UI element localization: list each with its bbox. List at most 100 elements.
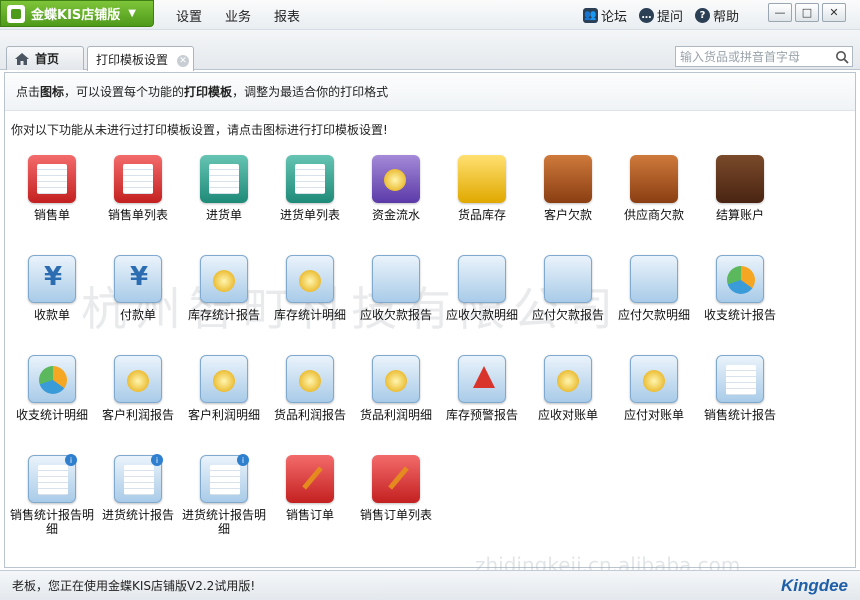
function-item-label: 销售单 (33, 208, 70, 222)
goods-profit-detail-icon[interactable] (372, 355, 420, 403)
function-item[interactable]: i 进货统计报告 (95, 454, 181, 547)
purchase-report-icon[interactable]: i (114, 454, 163, 503)
help-label: 帮助 (713, 9, 740, 25)
purchase-order-list-icon[interactable] (286, 155, 334, 203)
sales-orders-icon[interactable] (286, 455, 334, 503)
receipt-icon[interactable] (28, 255, 77, 303)
forum-label: 论坛 (601, 9, 628, 25)
function-item[interactable]: 应付对账单 (611, 355, 697, 447)
sales-order-icon[interactable] (28, 155, 76, 203)
receivable-report-icon[interactable] (372, 255, 420, 303)
function-item[interactable]: i 进货统计报告明细 (181, 454, 267, 547)
info-middle: ，可以设置每个功能的 (64, 85, 185, 99)
sales-order-list-icon[interactable] (114, 155, 162, 203)
purchase-order-icon[interactable] (200, 155, 248, 203)
status-bar: 老板，您正在使用金蝶KIS店铺版V2.2试用版! Kingdee (0, 570, 860, 600)
function-item-label: 收支统计明细 (15, 408, 88, 422)
customer-profit-detail-icon[interactable] (200, 355, 248, 403)
app-title: 金蝶KIS店铺版 (31, 8, 121, 23)
help-icon: ? (695, 7, 711, 23)
function-item[interactable]: 库存统计明细 (267, 255, 353, 347)
payment-icon[interactable] (114, 255, 163, 303)
app-menu-button[interactable]: 金蝶KIS店铺版 ▼ (0, 0, 154, 27)
function-item[interactable]: 收支统计明细 (9, 355, 95, 447)
receivable-statement-icon[interactable] (544, 355, 592, 403)
stock-warning-icon[interactable] (458, 355, 506, 403)
function-item[interactable]: 销售订单 (267, 455, 353, 547)
menu-settings[interactable]: 设置 (176, 6, 202, 25)
maximize-button[interactable]: □ (795, 3, 819, 22)
payable-detail-icon[interactable] (630, 255, 678, 303)
function-item[interactable]: 结算账户 (697, 155, 783, 247)
info-bold-icon: 图标 (40, 85, 65, 99)
function-item[interactable]: 供应商欠款 (611, 155, 697, 247)
function-item[interactable]: 进货单列表 (267, 155, 353, 247)
income-report-icon[interactable] (716, 255, 764, 303)
function-item-label: 客户欠款 (543, 208, 592, 222)
tab-home[interactable]: 首页 (6, 46, 84, 70)
function-item[interactable]: 应收欠款报告 (353, 255, 439, 347)
customer-profit-report-icon[interactable] (114, 355, 162, 403)
function-item-label: 应付欠款报告 (531, 308, 604, 322)
function-item[interactable]: 销售订单列表 (353, 455, 439, 547)
supplier-debt-icon[interactable] (630, 155, 678, 203)
search-icon[interactable] (835, 50, 849, 64)
function-item[interactable]: 客户欠款 (525, 155, 611, 247)
purchase-report-detail-icon[interactable]: i (200, 454, 249, 503)
function-item[interactable]: 库存预警报告 (439, 355, 525, 447)
function-item[interactable]: 应收欠款明细 (439, 255, 525, 347)
function-item[interactable]: 进货单 (181, 155, 267, 247)
function-item[interactable]: 货品利润明细 (353, 355, 439, 447)
sales-orders-list-icon[interactable] (372, 455, 420, 503)
function-item-label: 销售订单 (285, 508, 334, 522)
search-input[interactable] (680, 47, 830, 66)
payable-statement-icon[interactable] (630, 355, 678, 403)
function-item[interactable]: 资金流水 (353, 155, 439, 247)
function-item-label: 销售单列表 (107, 208, 168, 222)
close-icon[interactable]: ✕ (177, 55, 189, 67)
window-controls: — □ ✕ (768, 3, 849, 22)
function-item-label: 库存统计明细 (273, 308, 346, 322)
function-item[interactable]: i 销售统计报告明细 (9, 454, 95, 547)
function-item-label: 应收对账单 (537, 408, 598, 422)
function-item[interactable]: 销售单列表 (95, 155, 181, 247)
inventory-detail-icon[interactable] (286, 255, 334, 303)
cash-flow-icon[interactable] (372, 155, 420, 203)
customer-debt-icon[interactable] (544, 155, 592, 203)
settlement-account-icon[interactable] (716, 155, 764, 203)
receivable-detail-icon[interactable] (458, 255, 506, 303)
function-item[interactable]: 应付欠款报告 (525, 255, 611, 347)
minimize-button[interactable]: — (768, 3, 792, 22)
info-badge-icon: i (65, 454, 77, 466)
function-item[interactable]: 库存统计报告 (181, 255, 267, 347)
menu-reports[interactable]: 报表 (274, 6, 300, 25)
chevron-down-icon: ▼ (128, 8, 136, 19)
ask-link[interactable]: … 提问 (639, 6, 683, 25)
function-item[interactable]: 客户利润明细 (181, 355, 267, 447)
income-detail-icon[interactable] (28, 355, 76, 403)
function-item[interactable]: 应收对账单 (525, 355, 611, 447)
sales-report-detail-icon[interactable]: i (28, 454, 77, 503)
search-box (675, 46, 853, 67)
sales-report-icon[interactable] (716, 355, 764, 403)
function-item[interactable]: 客户利润报告 (95, 355, 181, 447)
forum-link[interactable]: 👥 论坛 (583, 6, 627, 25)
function-item[interactable]: 收款单 (9, 255, 95, 347)
function-item[interactable]: 货品库存 (439, 155, 525, 247)
inventory-report-icon[interactable] (200, 255, 248, 303)
function-item[interactable]: 销售单 (9, 155, 95, 247)
goods-profit-report-icon[interactable] (286, 355, 334, 403)
inventory-icon[interactable] (458, 155, 506, 203)
tab-print-template[interactable]: 打印模板设置 ✕ (87, 46, 194, 71)
function-item[interactable]: 销售统计报告 (697, 355, 783, 447)
close-button[interactable]: ✕ (822, 3, 846, 22)
help-link[interactable]: ? 帮助 (695, 6, 739, 25)
function-item[interactable]: 货品利润报告 (267, 355, 353, 447)
menu-business[interactable]: 业务 (225, 6, 251, 25)
function-item[interactable]: 应付欠款明细 (611, 255, 697, 347)
function-item[interactable]: 付款单 (95, 255, 181, 347)
info-badge-icon: i (151, 454, 163, 466)
function-item-label: 结算账户 (715, 208, 764, 222)
function-item[interactable]: 收支统计报告 (697, 255, 783, 347)
payable-report-icon[interactable] (544, 255, 592, 303)
